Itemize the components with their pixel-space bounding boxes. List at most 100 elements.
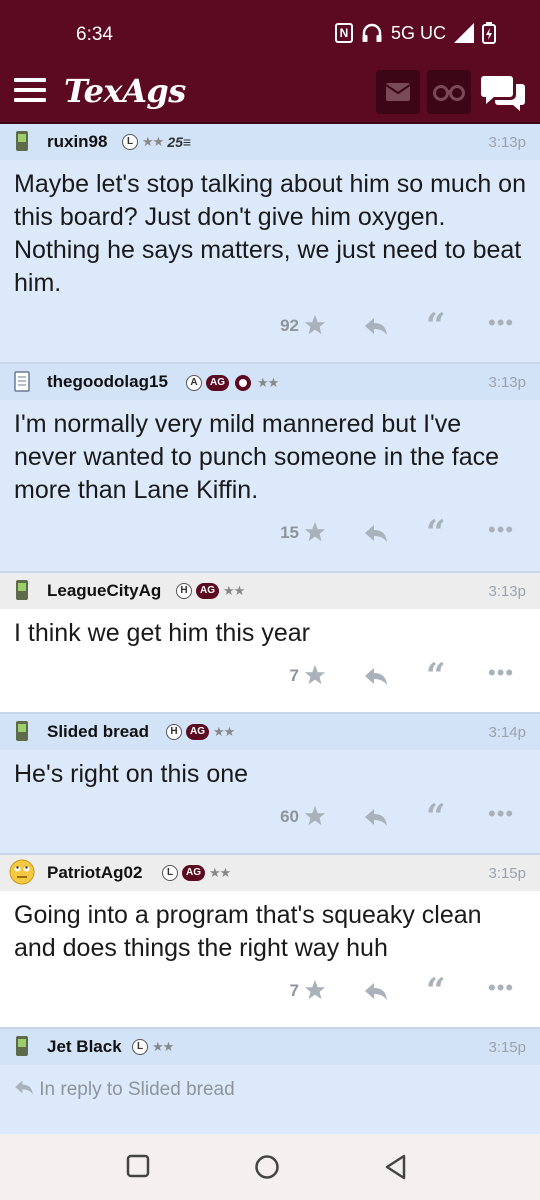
post-actions: 92 “ ••• (0, 300, 540, 362)
home-icon[interactable] (254, 1154, 280, 1180)
texags-logo[interactable]: TexAgs (64, 72, 186, 110)
reply-to-link[interactable]: In reply to Slided bread (0, 1065, 540, 1117)
post-actions: 7 “ ••• (0, 965, 540, 1027)
star-icon[interactable] (304, 314, 326, 336)
reply-icon[interactable] (364, 666, 388, 686)
system-nav-bar (0, 1134, 540, 1200)
menu-icon[interactable] (14, 78, 46, 104)
badge-letter: L (122, 134, 138, 150)
binoculars-button[interactable] (427, 70, 471, 114)
more-icon[interactable]: ••• (488, 312, 514, 334)
more-icon[interactable]: ••• (488, 803, 514, 825)
post-actions: 15 “ ••• (0, 507, 540, 571)
post-time: 3:15p (488, 1039, 526, 1056)
quote-icon[interactable]: “ (426, 659, 446, 693)
username[interactable]: thegoodolag15 (47, 372, 168, 392)
post-body: He's right on this one (14, 760, 249, 788)
badge-letter: L (162, 865, 178, 881)
app-header: TexAgs (0, 66, 540, 122)
phone-icon (16, 580, 28, 600)
star-icon[interactable] (304, 979, 326, 1001)
like-count: 92 (280, 316, 299, 335)
post-header: ruxin98 L ★★ 25≡ 3:13p (0, 124, 540, 160)
post-header: thegoodolag15 A AG ★★ 3:13p (0, 364, 540, 400)
star-icon[interactable] (304, 521, 326, 543)
post-body: Going into a program that's squeaky clea… (14, 901, 482, 962)
post-body: I'm normally very mild mannered but I've… (14, 410, 500, 504)
ag-badge: AG (206, 375, 229, 391)
post-header: LeagueCityAg H AG ★★ 3:13p (0, 573, 540, 609)
quote-icon[interactable]: “ (426, 309, 446, 343)
star-icon[interactable] (304, 805, 326, 827)
post: ruxin98 L ★★ 25≡ 3:13p Maybe let's stop … (0, 124, 540, 364)
reply-arrow-icon (15, 1080, 33, 1095)
username[interactable]: PatriotAg02 (47, 863, 142, 883)
reply-icon[interactable] (364, 523, 388, 543)
like-count: 15 (280, 523, 299, 542)
user-badges: A AG ★★ (186, 374, 279, 392)
user-badges: H AG ★★ (176, 583, 245, 599)
post-count-badge: 25≡ (167, 134, 192, 150)
quote-icon[interactable]: “ (426, 974, 446, 1008)
badge-letter: H (166, 724, 182, 740)
post-header: Slided bread H AG ★★ 3:14p (0, 714, 540, 750)
post-time: 3:13p (488, 134, 526, 151)
reply-icon[interactable] (364, 316, 388, 336)
rating-stars: ★★ (223, 583, 245, 598)
reply-icon[interactable] (364, 981, 388, 1001)
notepad-icon (14, 371, 30, 392)
user-badges: H AG ★★ (166, 724, 235, 740)
thread-feed[interactable]: ruxin98 L ★★ 25≡ 3:13p Maybe let's stop … (0, 122, 540, 1134)
rating-stars: ★★ (152, 1039, 174, 1054)
rating-stars: ★★ (142, 134, 164, 149)
post: Slided bread H AG ★★ 3:14p He's right on… (0, 714, 540, 855)
post-time: 3:13p (488, 374, 526, 391)
username[interactable]: ruxin98 (47, 132, 107, 152)
username[interactable]: Slided bread (47, 722, 149, 742)
quote-icon[interactable]: “ (426, 800, 446, 834)
more-icon[interactable]: ••• (488, 519, 514, 541)
rolling-eyes-emoji-icon (9, 859, 35, 885)
post-header: Jet Black L ★★ 3:15p (0, 1029, 540, 1065)
user-badges: L ★★ (132, 1039, 174, 1055)
ag-badge: AG (182, 865, 205, 881)
binoculars-icon (433, 85, 465, 101)
post: Jet Black L ★★ 3:15p In reply to Slided … (0, 1029, 540, 1134)
headphones-icon (362, 23, 382, 42)
badge-letter: H (176, 583, 192, 599)
signal-icon (454, 23, 474, 43)
username[interactable]: LeagueCityAg (47, 581, 161, 601)
more-icon[interactable]: ••• (488, 662, 514, 684)
mascot-icon (235, 375, 251, 391)
status-icons: N 5G UC (334, 22, 496, 44)
mail-button[interactable] (376, 70, 420, 114)
ag-badge: AG (186, 724, 209, 740)
status-bar: 6:34 N 5G UC (0, 0, 540, 66)
phone-icon (16, 1036, 28, 1056)
more-icon[interactable]: ••• (488, 977, 514, 999)
like-count: 60 (280, 807, 299, 826)
badge-letter: A (186, 375, 202, 391)
rating-stars: ★★ (257, 375, 279, 390)
phone-icon (16, 131, 28, 151)
post-time: 3:14p (488, 724, 526, 741)
quote-icon[interactable]: “ (426, 516, 446, 550)
recents-icon[interactable] (126, 1154, 150, 1178)
post-time: 3:13p (488, 583, 526, 600)
chat-icon[interactable] (480, 74, 526, 114)
user-badges: L ★★ 25≡ (122, 134, 191, 150)
reply-icon[interactable] (364, 807, 388, 827)
back-icon[interactable] (384, 1154, 408, 1180)
post-body: I think we get him this year (14, 619, 310, 647)
reply-to-text: In reply to Slided bread (39, 1079, 235, 1100)
star-icon[interactable] (304, 664, 326, 686)
post-body: Maybe let's stop talking about him so mu… (14, 170, 526, 297)
like-count: 7 (289, 666, 299, 685)
phone-icon (16, 721, 28, 741)
status-time: 6:34 (76, 24, 113, 45)
post-time: 3:15p (488, 865, 526, 882)
rating-stars: ★★ (213, 724, 235, 739)
post-actions: 7 “ ••• (0, 650, 540, 712)
post-header: PatriotAg02 L AG ★★ 3:15p (0, 855, 540, 891)
username[interactable]: Jet Black (47, 1037, 122, 1057)
